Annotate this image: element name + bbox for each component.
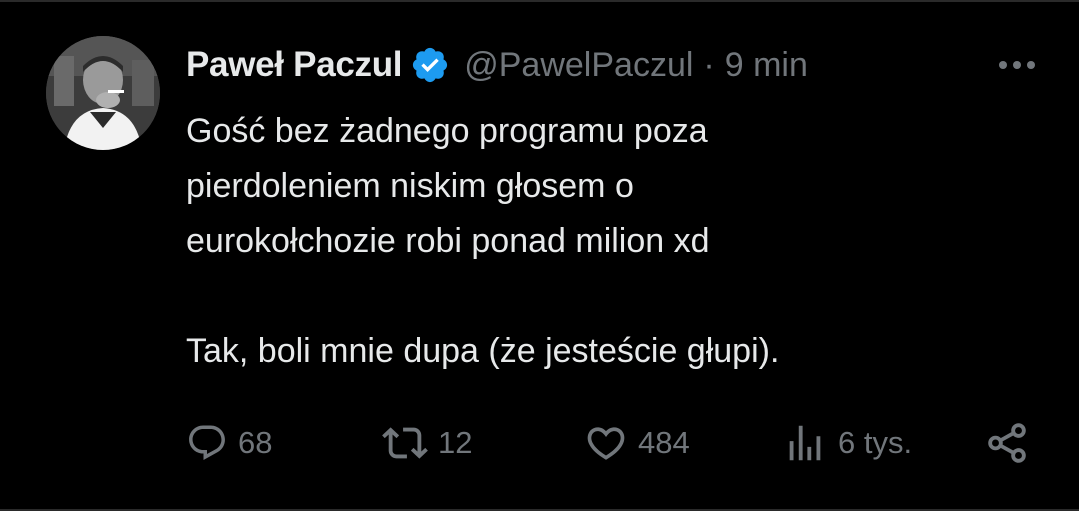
author-handle[interactable]: @PawelPaczul	[464, 46, 693, 85]
repost-icon	[382, 427, 428, 459]
views-count: 6 tys.	[838, 425, 913, 460]
tweet-text-line: eurokołchozie robi ponad milion xd	[186, 222, 710, 260]
heart-icon	[587, 427, 625, 460]
reply-icon	[189, 425, 225, 460]
analytics-icon	[789, 425, 821, 461]
share-icon	[988, 423, 1026, 463]
avatar-image	[46, 36, 160, 150]
tweet-text-line: Gość bez żadnego programu poza	[186, 112, 708, 150]
tweet-text-line: Tak, boli mnie dupa (że jesteście głupi)…	[186, 332, 780, 370]
like-button[interactable]: 484	[584, 418, 690, 468]
share-button[interactable]	[984, 418, 1040, 468]
repost-button[interactable]: 12	[382, 418, 472, 468]
separator-dot: ·	[703, 45, 715, 84]
more-horizontal-icon[interactable]	[992, 40, 1042, 90]
reply-button[interactable]: 68	[186, 418, 272, 468]
avatar[interactable]	[46, 36, 160, 150]
tweet-text-line: pierdoleniem niskim głosem o	[186, 167, 634, 205]
verified-badge-icon	[410, 45, 450, 85]
author-name[interactable]: Paweł Paczul	[186, 45, 403, 85]
repost-count: 12	[438, 425, 473, 460]
tweet-header: Paweł Paczul @PawelPaczul · 9 min	[186, 40, 1046, 90]
reply-count: 68	[238, 425, 273, 460]
tweet-card: Paweł Paczul @PawelPaczul · 9 min Gość b…	[0, 0, 1079, 511]
tweet-text: Gość bez żadnego programu poza pierdolen…	[186, 104, 1026, 379]
views-button[interactable]: 6 tys.	[782, 418, 912, 468]
timestamp[interactable]: 9 min	[725, 46, 808, 85]
like-count: 484	[638, 425, 690, 460]
action-bar: 68 12 484 6 tys.	[186, 418, 1046, 468]
